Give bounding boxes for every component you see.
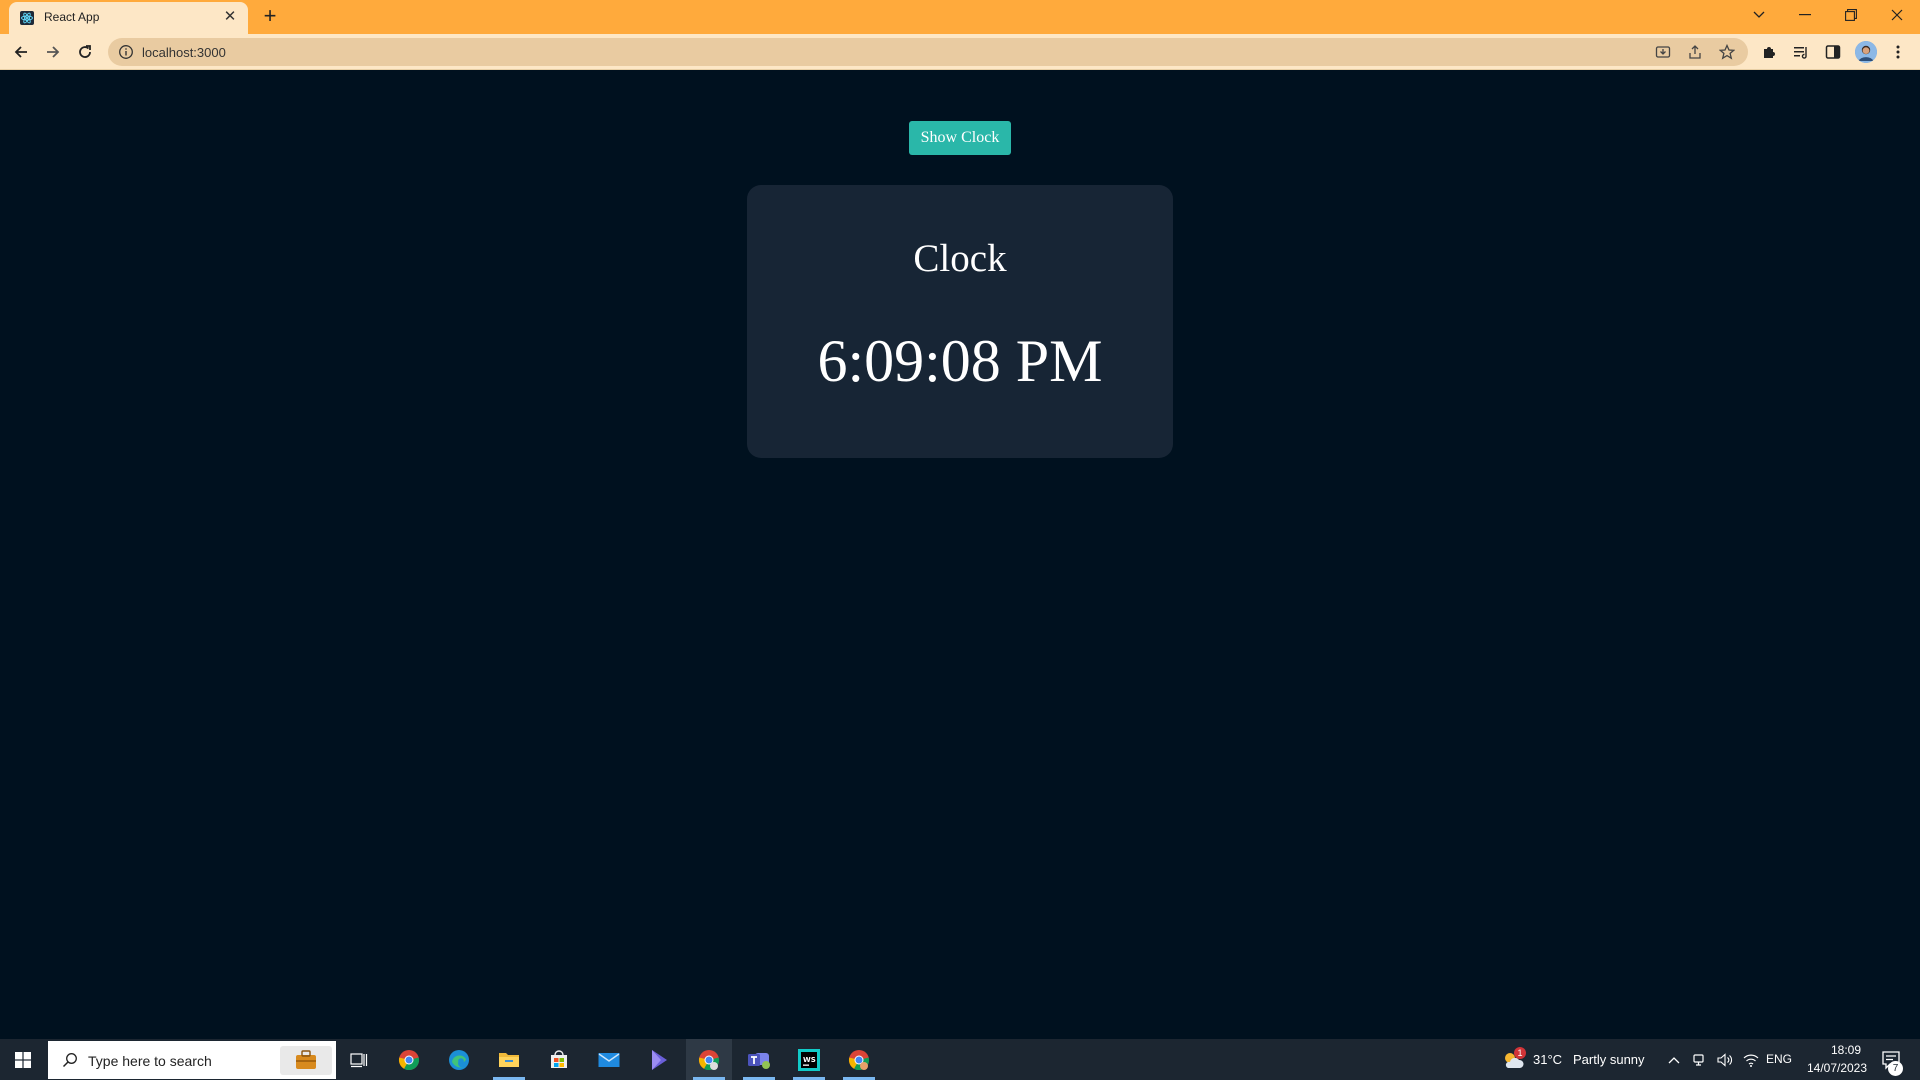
windows-taskbar: Type here to search WS 1 31°C Partly sun… <box>0 1039 1920 1080</box>
weather-condition[interactable]: Partly sunny <box>1573 1052 1645 1067</box>
back-arrow-icon[interactable] <box>8 39 34 65</box>
notification-count-badge: 7 <box>1888 1061 1903 1076</box>
power-automate-icon[interactable] <box>636 1039 682 1080</box>
extensions-puzzle-icon[interactable] <box>1756 39 1782 65</box>
forward-arrow-icon[interactable] <box>40 39 66 65</box>
share-icon[interactable] <box>1686 43 1704 61</box>
tab-search-icon[interactable] <box>1736 0 1782 30</box>
edge-icon[interactable] <box>436 1039 482 1080</box>
weather-alert-badge: 1 <box>1514 1047 1526 1059</box>
svg-text:WS: WS <box>803 1056 816 1064</box>
microsoft-store-icon[interactable] <box>536 1039 582 1080</box>
new-tab-icon[interactable]: + <box>259 5 281 28</box>
clock-time-tray[interactable]: 18:09 <box>1818 1043 1874 1057</box>
page-content: Show Clock Clock 6:09:08 PM <box>0 71 1920 1039</box>
clock-title: Clock <box>913 237 1007 280</box>
browser-toolbar: localhost:3000 <box>0 34 1920 70</box>
browser-menu-icon[interactable] <box>1885 39 1911 65</box>
show-clock-button[interactable]: Show Clock <box>909 121 1011 155</box>
site-info-icon[interactable] <box>118 44 134 60</box>
search-placeholder: Type here to search <box>88 1053 212 1069</box>
react-favicon-icon <box>20 11 34 25</box>
media-queue-icon[interactable] <box>1788 39 1814 65</box>
webstorm-icon[interactable]: WS <box>786 1039 832 1080</box>
install-app-icon[interactable] <box>1654 43 1672 61</box>
clock-date-tray[interactable]: 14/07/2023 <box>1802 1061 1872 1075</box>
minimize-icon[interactable] <box>1782 0 1828 30</box>
tab-close-icon[interactable]: ✕ <box>222 9 238 25</box>
file-explorer-icon[interactable] <box>486 1039 532 1080</box>
clock-card: Clock 6:09:08 PM <box>747 185 1173 458</box>
side-panel-icon[interactable] <box>1820 39 1846 65</box>
volume-icon[interactable] <box>1716 1051 1734 1069</box>
browser-tab[interactable]: React App ✕ <box>9 2 248 34</box>
chrome-active-window-icon[interactable] <box>686 1039 732 1080</box>
chrome-profile-icon[interactable] <box>836 1039 882 1080</box>
task-view-icon[interactable] <box>336 1039 382 1080</box>
teams-icon[interactable] <box>736 1039 782 1080</box>
tab-title: React App <box>44 10 100 24</box>
wifi-icon[interactable] <box>1742 1051 1760 1069</box>
restore-icon[interactable] <box>1828 0 1874 30</box>
windows-start-icon[interactable] <box>0 1039 46 1080</box>
browser-title-bar: React App ✕ + <box>0 0 1920 34</box>
meet-now-icon[interactable] <box>1690 1051 1708 1069</box>
taskbar-search-box[interactable]: Type here to search <box>48 1041 336 1079</box>
close-window-icon[interactable] <box>1874 0 1920 30</box>
search-highlight-briefcase-icon[interactable] <box>280 1046 332 1075</box>
chrome-icon[interactable] <box>386 1039 432 1080</box>
bookmark-star-icon[interactable] <box>1718 43 1736 61</box>
language-indicator[interactable]: ENG <box>1766 1052 1792 1066</box>
chevron-up-icon[interactable] <box>1665 1051 1683 1069</box>
reload-icon[interactable] <box>72 39 98 65</box>
search-icon <box>62 1052 78 1068</box>
mail-icon[interactable] <box>586 1039 632 1080</box>
profile-avatar[interactable] <box>1855 41 1877 63</box>
address-bar[interactable]: localhost:3000 <box>108 38 1748 66</box>
weather-temp[interactable]: 31°C <box>1533 1052 1562 1067</box>
clock-time: 6:09:08 PM <box>817 328 1103 394</box>
address-url: localhost:3000 <box>142 45 226 60</box>
